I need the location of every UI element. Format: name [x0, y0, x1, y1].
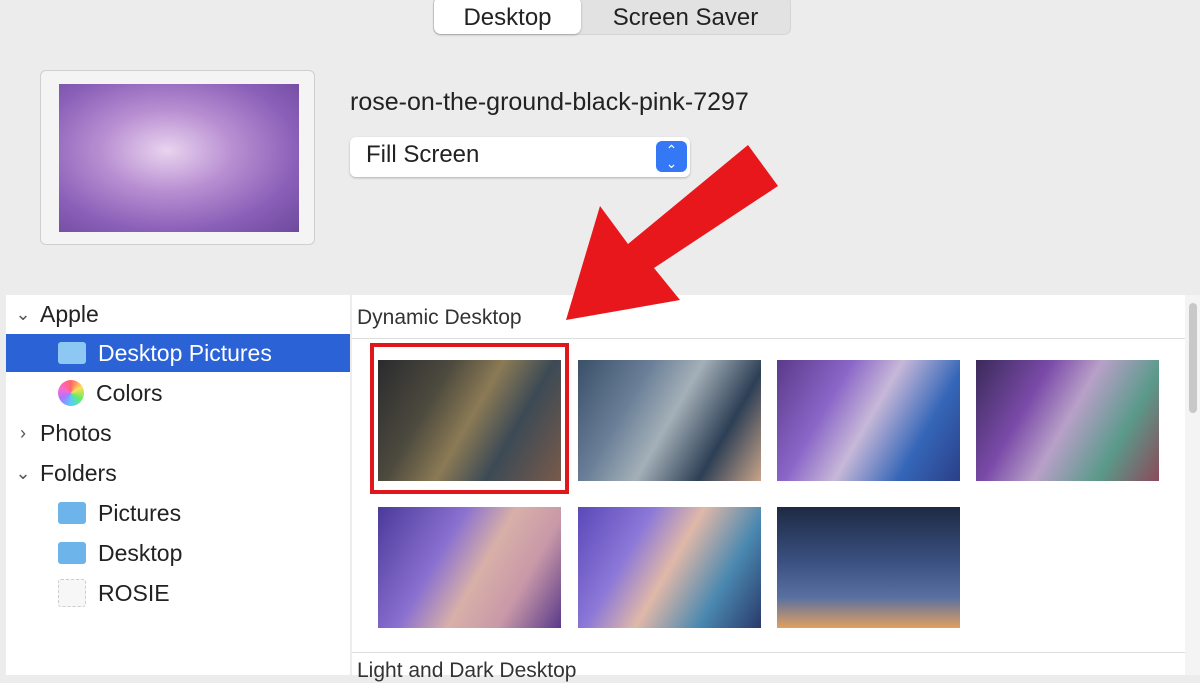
arrow-icon	[566, 145, 778, 320]
red-arrow-annotation	[566, 145, 778, 320]
